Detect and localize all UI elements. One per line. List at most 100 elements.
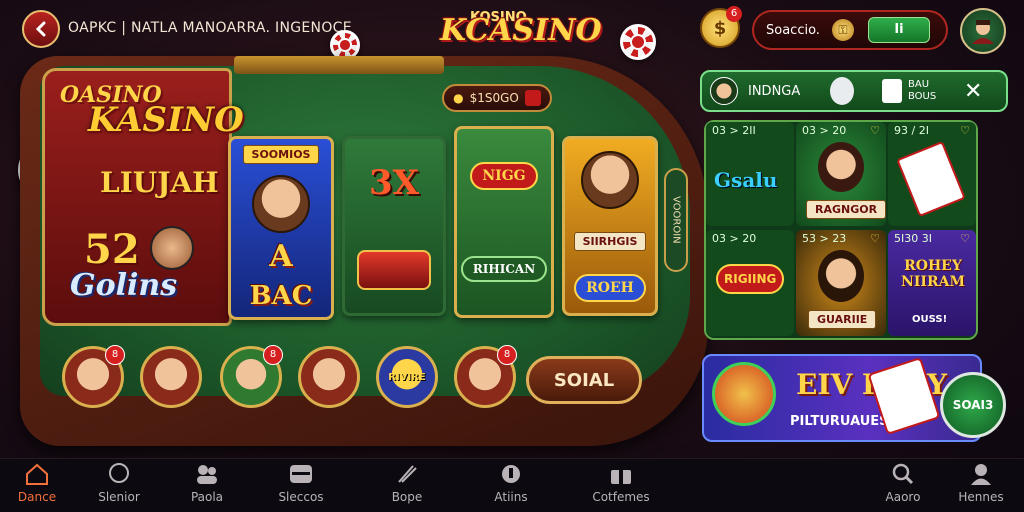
- brand-logo: KCASINO: [440, 13, 602, 48]
- grid-cell-odds: 93 / 2I: [894, 124, 929, 137]
- drop-icon: [502, 465, 520, 483]
- chat-icon: [109, 463, 129, 483]
- grid-cell-2[interactable]: 03 > 20 ♡ RAGNGOR: [796, 122, 886, 226]
- promo-number: 52: [84, 226, 140, 273]
- promo-avatar: [150, 226, 194, 270]
- game-card-badge: ROEH: [574, 273, 646, 302]
- profile-icon: [971, 464, 991, 485]
- meta-line-1: BAU: [908, 79, 930, 90]
- balance-action-button[interactable]: Ii: [868, 17, 930, 43]
- player-avatar-1[interactable]: 8: [62, 345, 125, 408]
- grid-cell-1[interactable]: 03 > 2II Gsalu: [706, 122, 794, 226]
- close-icon[interactable]: ✕: [964, 79, 982, 104]
- nav-item-drop[interactable]: Atiins: [466, 462, 556, 504]
- game-card-roeh[interactable]: SIIRHGIS ROEH: [562, 136, 658, 316]
- player-avatar-2[interactable]: [140, 346, 202, 408]
- banner-subtitle: PILTURUAUES: [790, 414, 889, 429]
- notification-avatar: [710, 77, 738, 105]
- nav-label: Sleccos: [278, 490, 324, 504]
- nav-label: Dance: [17, 490, 57, 504]
- nav-label: Cotfemes: [592, 490, 650, 504]
- game-card-3x[interactable]: 3X: [342, 136, 446, 316]
- notification-name: INDNGA: [748, 83, 801, 99]
- game-card-nigg[interactable]: NIGG RIHICAN: [454, 126, 554, 318]
- chip-decoration-right: [620, 24, 656, 60]
- notification-badge: 8: [105, 345, 125, 365]
- back-button[interactable]: [22, 10, 60, 48]
- nav-label: Paola: [190, 490, 224, 504]
- promo-coins-text: Golins: [70, 268, 178, 303]
- grid-cell-5[interactable]: 53 > 23 ♡ GUARIIE: [796, 230, 886, 336]
- dice-icon: [524, 90, 541, 106]
- heart-icon[interactable]: ♡: [870, 232, 880, 245]
- nav-item-users[interactable]: Paola: [162, 462, 252, 504]
- banner-badge-icon: [712, 362, 776, 426]
- grid-cell-odds: 03 > 20: [802, 124, 847, 137]
- card-icon: [882, 79, 902, 103]
- coin-icon: $: [713, 17, 727, 39]
- dealer-avatar: [818, 142, 864, 192]
- avatar-label: RIVIRE: [388, 371, 426, 383]
- nav-item-pen[interactable]: Bope: [362, 462, 452, 504]
- grid-cell-sub: OUSS!: [912, 314, 948, 325]
- nav-label: Bope: [391, 490, 423, 504]
- users-icon: [197, 465, 217, 484]
- social-button[interactable]: SOIAL: [526, 356, 642, 404]
- player-avatar-5[interactable]: RIVIRE: [376, 346, 438, 408]
- grid-cell-6[interactable]: 5I30 3I ♡ ROHEY NIIRAM OUSS!: [888, 230, 976, 336]
- coin-badge: 6: [726, 6, 742, 22]
- grid-cell-odds: 53 > 23: [802, 232, 847, 245]
- notification-badge: 8: [497, 345, 517, 365]
- game-card-baccarat[interactable]: SOOMIOS A BAC: [228, 136, 334, 320]
- nav-label: Atiins: [494, 490, 528, 504]
- coin-button[interactable]: $ 6: [700, 6, 742, 48]
- dealer-avatar: [252, 174, 310, 233]
- heart-icon[interactable]: ♡: [960, 124, 970, 137]
- grid-cell-odds: 03 > 20: [712, 232, 757, 245]
- promo-logo-line2: KASINO: [88, 100, 244, 140]
- grid-cell-tag: RAGNGOR: [806, 200, 886, 219]
- home-icon: [26, 463, 48, 485]
- heart-icon[interactable]: ♡: [960, 232, 970, 245]
- game-card-label: SOOMIOS: [242, 144, 320, 164]
- player-avatar-4[interactable]: [298, 346, 360, 408]
- player-avatar-3[interactable]: 8: [220, 345, 283, 408]
- notification-badge: 8: [263, 345, 283, 365]
- dealer-avatar: [581, 150, 639, 209]
- grid-cell-title: ROHEY NIIRAM: [901, 258, 965, 290]
- jackpot-pill[interactable]: ● $1S0GO: [442, 84, 552, 112]
- side-tag[interactable]: VOOROIN: [664, 168, 688, 272]
- jackpot-value: $1S0GO: [469, 91, 519, 105]
- pen-icon: [398, 465, 417, 483]
- banner-play-button[interactable]: SOAI3: [940, 372, 1006, 438]
- nav-item-home[interactable]: Dance: [0, 462, 82, 504]
- balance-pill[interactable]: Soaccio. ⚿ Ii: [752, 10, 948, 50]
- grid-cell-tag: GUARIIE: [808, 310, 877, 329]
- slot-icon: [290, 465, 312, 483]
- game-card-badge: RIHICAN: [460, 256, 548, 282]
- nav-item-slots[interactable]: Sleccos: [256, 462, 346, 504]
- nav-item-search[interactable]: Aaoro: [858, 462, 948, 504]
- grid-cell-3[interactable]: 93 / 2I ♡: [888, 122, 976, 226]
- grid-cell-odds: 03 > 2II: [712, 124, 756, 137]
- grid-cell-odds: 5I30 3I: [894, 232, 932, 245]
- grid-cell-4[interactable]: 03 > 20 RIGIING: [706, 230, 794, 336]
- egg-icon: [830, 77, 854, 105]
- nav-label: Slenior: [98, 490, 140, 504]
- nav-item-chat[interactable]: Slenior: [74, 462, 164, 504]
- grid-cell-title: Gsalu: [714, 168, 778, 192]
- cards-icon: [896, 140, 966, 218]
- profile-avatar[interactable]: [960, 8, 1006, 54]
- chevron-left-icon: [35, 21, 46, 37]
- notification-bar[interactable]: INDNGA BAU BOUS ✕: [700, 70, 1008, 112]
- grid-cell-title: RIGIING: [716, 264, 785, 294]
- nav-label: Aaoro: [885, 490, 921, 504]
- slot-reel-icon: [357, 249, 431, 290]
- game-card-title: BAC: [249, 281, 313, 312]
- search-icon: [892, 463, 914, 485]
- player-avatar-6[interactable]: 8: [454, 345, 517, 408]
- nav-item-gift[interactable]: Cotfemes: [576, 462, 666, 504]
- heart-icon[interactable]: ♡: [870, 124, 880, 137]
- game-card-letter: A: [269, 239, 293, 275]
- nav-item-profile[interactable]: Hennes: [936, 462, 1024, 504]
